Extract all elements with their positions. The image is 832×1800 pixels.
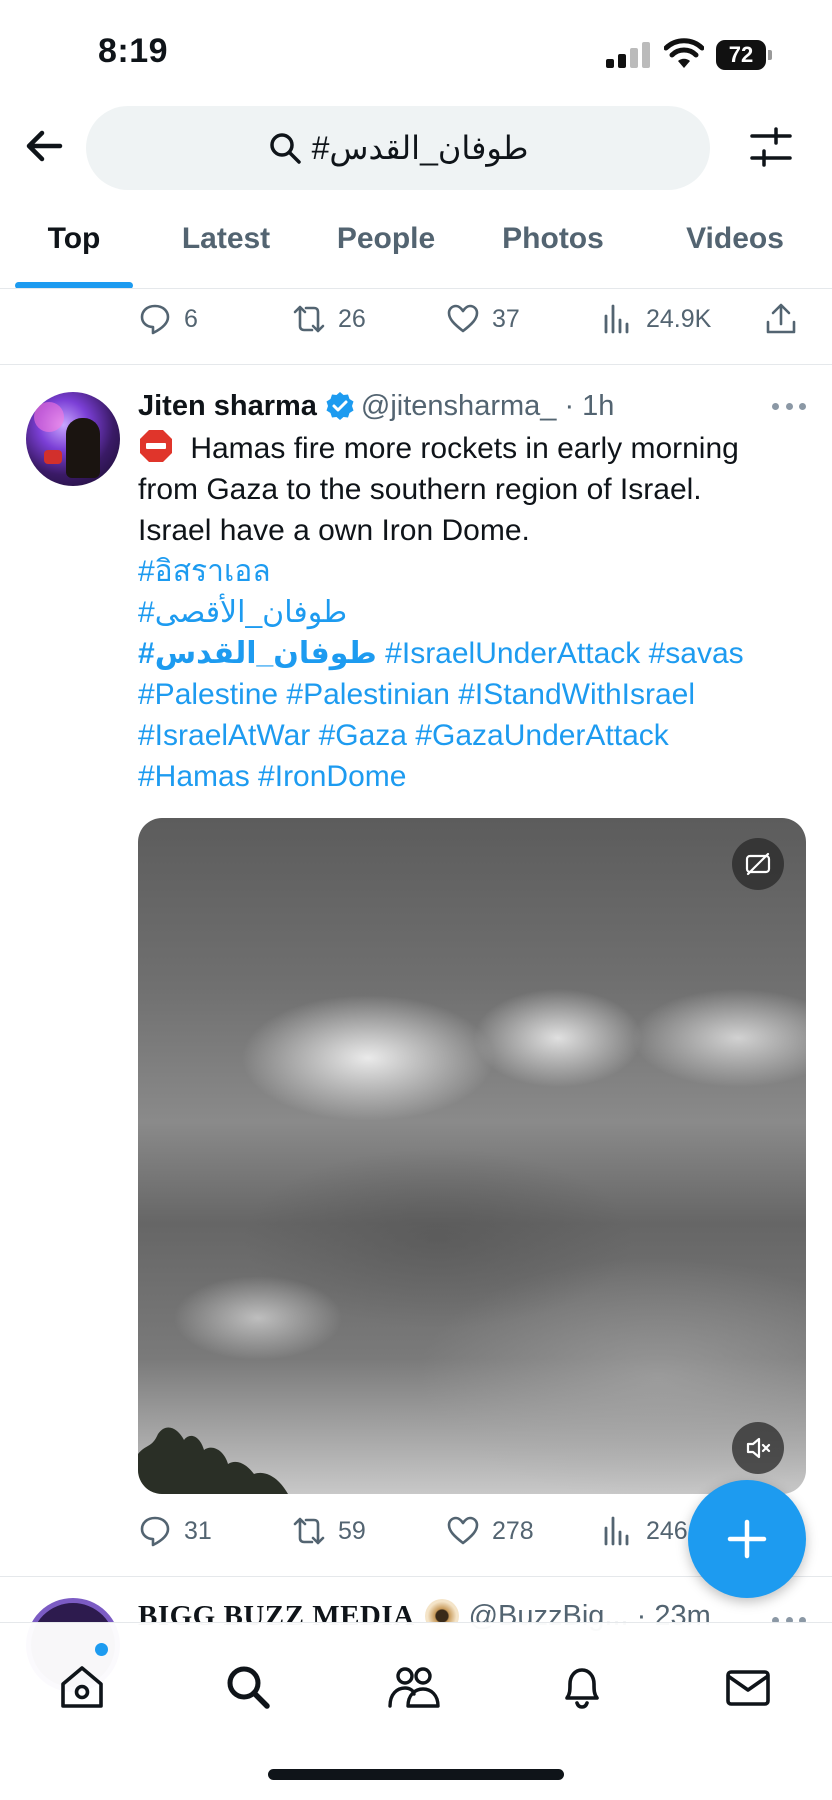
hashtags-line-2[interactable]: #Palestine #Palestinian #IStandWithIsrae… xyxy=(138,674,798,715)
views-icon xyxy=(604,1516,629,1546)
plus-icon xyxy=(727,1519,767,1559)
retweet-icon xyxy=(293,1517,325,1545)
header-divider xyxy=(0,288,832,289)
retweet-count: 26 xyxy=(338,304,366,333)
hashtags-line-1[interactable]: #IsraelUnderAttack #savas xyxy=(385,637,744,670)
nav-communities[interactable] xyxy=(384,1657,444,1717)
avatar[interactable] xyxy=(26,392,120,486)
views-button[interactable]: 246 xyxy=(600,1506,688,1556)
hashtags-line-3[interactable]: #IsraelAtWar #Gaza #GazaUnderAttack xyxy=(138,715,798,756)
mail-icon xyxy=(726,1670,770,1706)
view-count: 246 xyxy=(646,1516,688,1545)
cellular-signal-icon xyxy=(606,42,650,68)
author-name[interactable]: Jiten sharma xyxy=(138,390,317,423)
notification-dot xyxy=(95,1643,108,1656)
reply-icon xyxy=(140,304,170,335)
reply-icon xyxy=(140,1516,170,1547)
search-icon xyxy=(269,133,301,164)
compose-tweet-button[interactable] xyxy=(688,1480,806,1598)
views-button[interactable]: 24.9K xyxy=(600,294,711,344)
tree-silhouette xyxy=(138,1427,288,1494)
mute-button[interactable] xyxy=(732,1422,784,1474)
reply-button[interactable]: 6 xyxy=(138,294,198,344)
nav-home[interactable] xyxy=(52,1657,112,1717)
like-count: 278 xyxy=(492,1516,534,1545)
bell-icon xyxy=(565,1668,599,1709)
stop-sign-icon xyxy=(140,430,172,462)
like-button[interactable]: 278 xyxy=(446,1506,534,1556)
tweet-video[interactable] xyxy=(138,818,806,1494)
nav-messages[interactable] xyxy=(718,1657,778,1717)
tweet-text-line-1: Hamas fire more rockets in early morning xyxy=(182,432,739,465)
views-icon xyxy=(604,304,629,334)
share-icon xyxy=(766,303,796,334)
verified-badge-icon xyxy=(326,392,354,420)
tweet-text-line-2: from Gaza to the southern region of Isra… xyxy=(138,473,702,506)
hashtag-thai-link[interactable]: #อิสราเอล xyxy=(138,551,798,592)
speaker-muted-icon xyxy=(746,1437,771,1459)
author-handle-time: @jitensharma_ · 1h xyxy=(360,389,615,422)
search-tabs: Top Latest People Photos Videos xyxy=(0,210,832,289)
retweet-icon xyxy=(293,305,325,333)
like-button[interactable]: 37 xyxy=(446,294,520,344)
heart-icon xyxy=(447,304,479,333)
heart-icon xyxy=(447,1516,479,1545)
search-header: #طوفان_القدس Top Latest People Photos Vi… xyxy=(0,100,832,290)
tweet-divider xyxy=(0,364,832,365)
retweet-button[interactable]: 59 xyxy=(292,1506,366,1556)
share-button[interactable] xyxy=(764,294,810,344)
view-count: 24.9K xyxy=(646,304,712,333)
hashtag-aqsa-link[interactable]: #طوفان_الأقصى xyxy=(138,592,798,633)
more-options-icon[interactable] xyxy=(772,396,806,416)
tab-people[interactable]: People xyxy=(322,210,450,288)
nav-search[interactable] xyxy=(218,1657,278,1717)
captions-off-icon xyxy=(745,852,771,876)
search-query: #طوفان_القدس xyxy=(311,130,529,166)
reply-count: 6 xyxy=(184,304,198,333)
tweet-text: Hamas fire more rockets in early morning… xyxy=(138,428,798,797)
like-count: 37 xyxy=(492,304,520,333)
nav-notifications[interactable] xyxy=(552,1657,612,1717)
communities-icon xyxy=(388,1667,440,1708)
tab-top[interactable]: Top xyxy=(15,210,133,288)
battery-level: 72 xyxy=(716,40,766,70)
status-time: 8:19 xyxy=(98,32,169,70)
previous-tweet-actions: 6 26 37 24.9K xyxy=(138,294,808,344)
hashtags-line-4[interactable]: #Hamas #IronDome xyxy=(138,756,798,797)
hashtag-quds-link[interactable]: #طوفان_القدس xyxy=(138,637,377,670)
captions-button[interactable] xyxy=(732,838,784,890)
wifi-icon xyxy=(664,38,704,68)
back-arrow-icon[interactable] xyxy=(20,122,68,170)
tweet-header: Jiten sharma @jitensharma_ · 1h xyxy=(138,386,808,426)
search-input[interactable]: #طوفان_القدس xyxy=(86,106,710,190)
retweet-button[interactable]: 26 xyxy=(292,294,366,344)
retweet-count: 59 xyxy=(338,1516,366,1545)
home-icon xyxy=(61,1666,103,1708)
reply-button[interactable]: 31 xyxy=(138,1506,212,1556)
home-indicator xyxy=(268,1769,564,1780)
tab-photos[interactable]: Photos xyxy=(488,210,618,288)
tab-videos[interactable]: Videos xyxy=(672,210,798,288)
bottom-navigation xyxy=(0,1622,832,1800)
reply-count: 31 xyxy=(184,1516,212,1545)
battery-icon: 72 xyxy=(716,40,772,70)
tab-latest[interactable]: Latest xyxy=(166,210,286,288)
search-icon xyxy=(227,1666,270,1709)
status-bar: 8:19 72 xyxy=(0,0,832,100)
search-filter-icon[interactable] xyxy=(748,124,794,170)
tweet-text-line-3: Israel have a own Iron Dome. xyxy=(138,514,530,547)
